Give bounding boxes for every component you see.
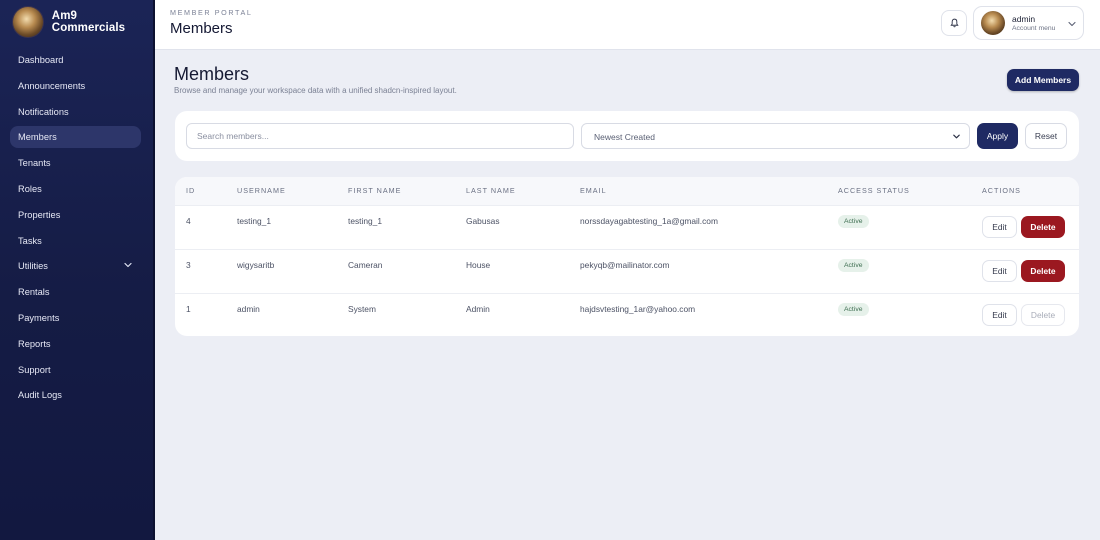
cell-username: wigysaritb <box>237 260 275 270</box>
page-title: Members <box>174 64 250 84</box>
sidebar-item-label: Utilities <box>18 261 48 272</box>
sidebar-item-label: Roles <box>18 183 42 194</box>
sidebar-item-label: Announcements <box>18 80 86 91</box>
sidebar-item-notifications[interactable]: Notifications <box>10 101 141 123</box>
brand-name: Am9 Commercials <box>51 10 126 34</box>
brand-logo <box>12 6 44 38</box>
sidebar-item-reports[interactable]: Reports <box>10 333 141 355</box>
cell-email: pekyqb@mailinator.com <box>580 260 670 270</box>
topbar-title: Members <box>170 20 233 37</box>
cell-email: hajdsvtesting_1ar@yahoo.com <box>580 304 696 314</box>
sidebar-item-label: Properties <box>18 209 61 220</box>
delete-button[interactable]: Delete <box>1021 216 1065 238</box>
sidebar-item-label: Rentals <box>18 287 50 298</box>
column-header-actions: ACTIONS <box>982 186 1021 195</box>
topbar: MEMBER PORTAL Members admin Account menu <box>155 0 1100 50</box>
sidebar-item-label: Audit Logs <box>18 390 62 401</box>
brand[interactable]: Am9 Commercials <box>0 0 153 44</box>
sidebar-item-label: Members <box>18 132 57 143</box>
account-menu[interactable]: admin Account menu <box>973 6 1084 40</box>
column-header-last-name: LAST NAME <box>466 186 516 195</box>
sidebar-item-label: Payments <box>18 312 60 323</box>
status-badge: Active <box>838 215 869 228</box>
account-name: admin <box>1012 14 1036 24</box>
cell-last-name: Admin <box>466 304 490 314</box>
sidebar-item-label: Tasks <box>18 235 42 246</box>
cell-first-name: testing_1 <box>348 216 382 226</box>
notifications-button[interactable] <box>941 10 967 36</box>
sidebar-item-roles[interactable]: Roles <box>10 178 141 200</box>
sidebar-item-label: Support <box>18 364 51 375</box>
sidebar-item-members[interactable]: Members <box>10 126 141 149</box>
table-row: 1 admin System Admin hajdsvtesting_1ar@y… <box>175 293 1079 336</box>
account-sub: Account menu <box>1012 25 1056 32</box>
sidebar-item-support[interactable]: Support <box>10 359 141 381</box>
status-badge: Active <box>838 259 869 272</box>
column-header-id: ID <box>186 186 196 195</box>
chevron-down-icon <box>1068 21 1076 27</box>
column-header-username: USERNAME <box>237 186 286 195</box>
column-header-access-status: ACCESS STATUS <box>838 186 910 195</box>
sort-select[interactable]: Newest Created <box>581 123 970 149</box>
add-members-button[interactable]: Add Members <box>1007 69 1079 91</box>
cell-id: 3 <box>186 260 191 270</box>
sidebar: Am9 Commercials Dashboard Announcements … <box>0 0 155 540</box>
cell-first-name: Cameran <box>348 260 383 270</box>
sidebar-item-dashboard[interactable]: Dashboard <box>10 49 141 71</box>
column-header-first-name: FIRST NAME <box>348 186 402 195</box>
sidebar-item-tenants[interactable]: Tenants <box>10 152 141 174</box>
sidebar-item-label: Dashboard <box>18 55 64 65</box>
section-label: MEMBER PORTAL <box>170 8 253 17</box>
filter-card: Newest Created Apply Reset <box>175 111 1079 161</box>
cell-username: admin <box>237 304 260 314</box>
chevron-down-icon <box>953 134 960 139</box>
cell-id: 4 <box>186 216 191 226</box>
sidebar-item-label: Tenants <box>18 158 51 169</box>
sidebar-item-properties[interactable]: Properties <box>10 204 141 226</box>
sidebar-item-tasks[interactable]: Tasks <box>10 230 141 252</box>
edit-button[interactable]: Edit <box>982 216 1017 238</box>
bell-icon <box>949 18 959 28</box>
sort-select-value: Newest Created <box>594 132 655 142</box>
table-header: ID USERNAME FIRST NAME LAST NAME EMAIL A… <box>175 177 1079 205</box>
page-subtitle: Browse and manage your workspace data wi… <box>174 86 457 95</box>
members-table: ID USERNAME FIRST NAME LAST NAME EMAIL A… <box>175 177 1079 336</box>
reset-button[interactable]: Reset <box>1025 123 1067 149</box>
sidebar-nav: Dashboard Announcements Notifications Me… <box>0 49 153 406</box>
sidebar-item-payments[interactable]: Payments <box>10 307 141 329</box>
apply-button[interactable]: Apply <box>977 123 1018 149</box>
status-badge: Active <box>838 303 869 316</box>
sidebar-item-announcements[interactable]: Announcements <box>10 75 141 97</box>
table-row: 4 testing_1 testing_1 Gabusas norssdayag… <box>175 205 1079 249</box>
sidebar-item-label: Notifications <box>18 106 69 117</box>
cell-first-name: System <box>348 304 376 314</box>
sidebar-item-utilities[interactable]: Utilities <box>10 255 141 277</box>
cell-last-name: House <box>466 260 491 270</box>
delete-button[interactable]: Delete <box>1021 260 1065 282</box>
cell-id: 1 <box>186 304 191 314</box>
cell-last-name: Gabusas <box>466 216 500 226</box>
table-row: 3 wigysaritb Cameran House pekyqb@mailin… <box>175 249 1079 293</box>
cell-email: norssdayagabtesting_1a@gmail.com <box>580 216 718 226</box>
edit-button[interactable]: Edit <box>982 260 1017 282</box>
sidebar-item-rentals[interactable]: Rentals <box>10 281 141 303</box>
cell-username: testing_1 <box>237 216 271 226</box>
edit-button[interactable]: Edit <box>982 304 1017 326</box>
search-input[interactable] <box>186 123 574 149</box>
chevron-down-icon <box>124 263 132 268</box>
sidebar-item-audit-logs[interactable]: Audit Logs <box>10 384 141 406</box>
delete-button[interactable]: Delete <box>1021 304 1065 326</box>
avatar <box>981 11 1005 35</box>
column-header-email: EMAIL <box>580 186 607 195</box>
sidebar-item-label: Reports <box>18 338 51 349</box>
